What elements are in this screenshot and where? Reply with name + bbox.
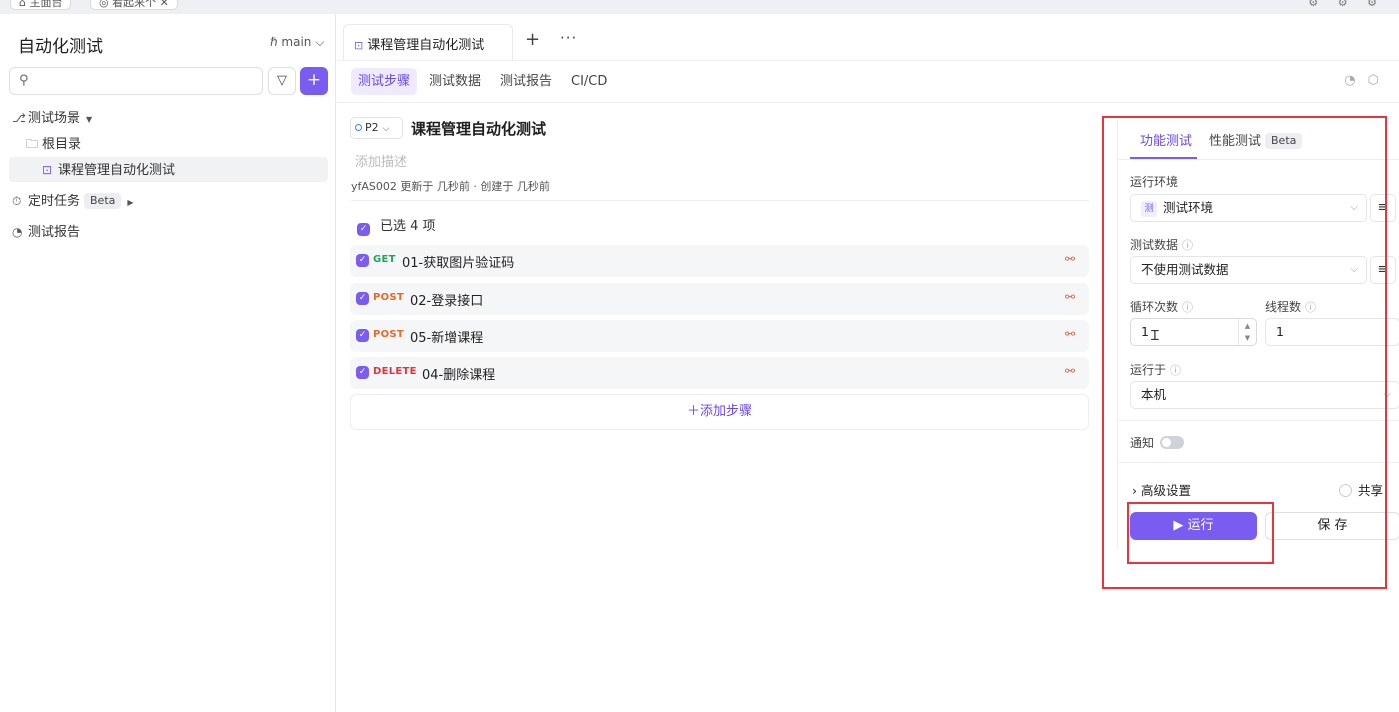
select-all-row[interactable]: ✓ 已选 4 项 [357,215,436,236]
tree-item-case[interactable]: ⊡ 课程管理自动化测试 [42,158,175,182]
http-method: DELETE [373,366,417,377]
step-row[interactable]: ✓ GET 01-获取图片验证码 ⚯ [350,245,1089,277]
search-input[interactable]: ⚲ [9,67,263,95]
tree-item-root[interactable]: 🗀 根目录 [26,132,81,156]
case-title[interactable]: 课程管理自动化测试 [411,118,546,139]
priority-dot-icon [355,124,362,131]
chevron-down-icon: ⌵ [382,124,390,134]
http-method: GET [373,254,396,265]
add-button[interactable]: + [300,67,328,95]
tree-item-reports[interactable]: ◔ 测试报告 [12,220,80,244]
sub-divider [337,102,1399,103]
select-all-checkbox[interactable]: ✓ [357,223,370,236]
branch-selector[interactable]: ℏ main ⌵ [270,35,324,50]
folder-icon: 🗀 [26,137,39,151]
window-icons[interactable]: ⚙ ⚙ ⚙ [1308,0,1385,9]
meta-divider [351,200,1089,201]
plus-icon: + [306,70,322,90]
top-strip: ⌂ 主面台 ◎ 看起来个 ✕ ⚙ ⚙ ⚙ [0,0,1399,14]
tab-steps[interactable]: 测试步骤 [351,68,418,95]
tree-label-scenes: 测试场景 [28,111,81,126]
step-name: 01-获取图片验证码 [402,256,515,271]
filter-icon: ▽ [277,73,287,88]
caret-right-icon[interactable]: ▶ [127,198,133,207]
priority-select[interactable]: P2 ⌵ [350,117,403,139]
project-title: 自动化测试 [18,37,103,57]
step-name: 05-新增课程 [410,331,484,346]
case-meta: yfAS002 更新于 几秒前 · 创建于 几秒前 [351,180,550,193]
text-cursor-icon: Ɪ [1151,328,1159,344]
report-icon: ◔ [12,225,23,239]
tree-label-scheduled: 定时任务 [28,194,81,209]
search-icon: ⚲ [19,73,29,88]
description-input[interactable]: 添加描述 [355,151,407,170]
app-tab-doc[interactable]: ◎ 看起来个 ✕ [90,0,178,10]
link-icon[interactable]: ⚯ [1065,252,1075,266]
http-method: POST [373,292,405,303]
sidebar: 自动化测试 ℏ main ⌵ ⚲ ▽ + ⎇ 测试场景 ▼ 🗀 根目录 ⊡ 课程管理自动… [0,14,336,712]
priority-value: P2 [365,121,379,134]
clock-icon: ⏱ [12,194,22,208]
add-step-button[interactable]: ＋添加步骤 [350,394,1089,430]
beta-badge: Beta [84,193,122,209]
link-icon[interactable]: ⚯ [1065,327,1075,341]
step-name: 02-登录接口 [410,294,484,309]
more-tabs-button[interactable]: ··· [560,29,577,47]
step-checkbox[interactable]: ✓ [356,329,369,342]
tree-label-root: 根目录 [42,137,82,152]
tree-label-reports: 测试报告 [28,225,81,240]
filter-button[interactable]: ▽ [268,67,296,95]
app-tab-home[interactable]: ⌂ 主面台 [10,0,72,10]
step-row[interactable]: ✓ DELETE 04-删除课程 ⚯ [350,357,1089,389]
link-icon[interactable]: ⚯ [1065,364,1075,378]
caret-down-icon[interactable]: ▼ [86,115,92,124]
tree-item-scenes[interactable]: ⎇ 测试场景 ▼ [12,106,92,130]
tree-item-scheduled[interactable]: ⏱ 定时任务 Beta ▶ [12,189,134,213]
step-checkbox[interactable]: ✓ [356,254,369,267]
tab-report[interactable]: 测试报告 [500,68,552,95]
tree-label-case: 课程管理自动化测试 [58,163,176,178]
tab-divider [337,60,1399,61]
step-row[interactable]: ✓ POST 05-新增课程 ⚯ [350,320,1089,352]
scene-folder-icon: ⎇ [12,111,26,125]
link-icon[interactable]: ⚯ [1065,290,1075,304]
step-name: 04-删除课程 [422,368,496,383]
tab-test-case[interactable]: ⊡ 课程管理自动化测试 [343,24,513,60]
highlight-box-run [1127,502,1274,564]
step-checkbox[interactable]: ✓ [356,366,369,379]
history-icon[interactable]: ◔⬡ [1344,73,1391,88]
new-tab-button[interactable]: + [525,29,540,50]
tab-label: 课程管理自动化测试 [367,38,485,53]
tab-cicd[interactable]: CI/CD [571,68,607,95]
tab-data[interactable]: 测试数据 [429,68,481,95]
step-row[interactable]: ✓ POST 02-登录接口 ⚯ [350,283,1089,315]
http-method: POST [373,329,405,340]
test-case-icon: ⊡ [354,39,364,52]
test-case-icon: ⊡ [42,163,53,177]
step-checkbox[interactable]: ✓ [356,292,369,305]
selected-count: 已选 4 项 [380,219,436,234]
